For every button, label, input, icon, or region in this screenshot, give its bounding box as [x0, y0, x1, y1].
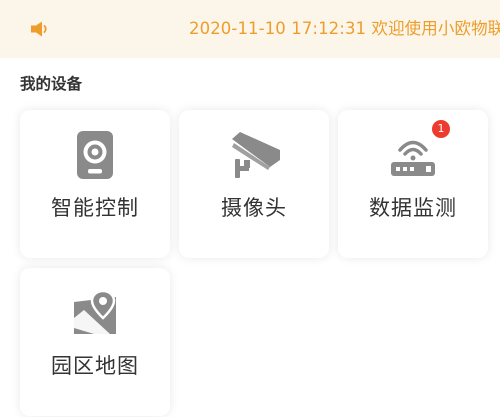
speaker-icon — [30, 21, 52, 37]
device-label: 智能控制 — [51, 196, 139, 220]
camera-icon — [179, 130, 329, 180]
device-card-camera[interactable]: 摄像头 — [179, 110, 329, 258]
speaker-device-icon — [20, 130, 170, 180]
section-title: 我的设备 — [20, 75, 83, 93]
notification-badge: 1 — [432, 120, 450, 138]
device-label: 摄像头 — [221, 196, 287, 220]
device-label: 园区地图 — [51, 354, 139, 378]
device-label: 数据监测 — [369, 196, 457, 220]
map-icon — [20, 288, 170, 338]
notice-bar[interactable]: 2020-11-10 17:12:31 欢迎使用小欧物联网平台 — [0, 0, 500, 58]
router-icon — [338, 130, 488, 180]
device-card-data-monitoring[interactable]: 1 数据监测 — [338, 110, 488, 258]
notice-text: 2020-11-10 17:12:31 欢迎使用小欧物联网平台 — [189, 19, 500, 38]
device-card-smart-control[interactable]: 智能控制 — [20, 110, 170, 258]
device-card-park-map[interactable]: 园区地图 — [20, 268, 170, 416]
